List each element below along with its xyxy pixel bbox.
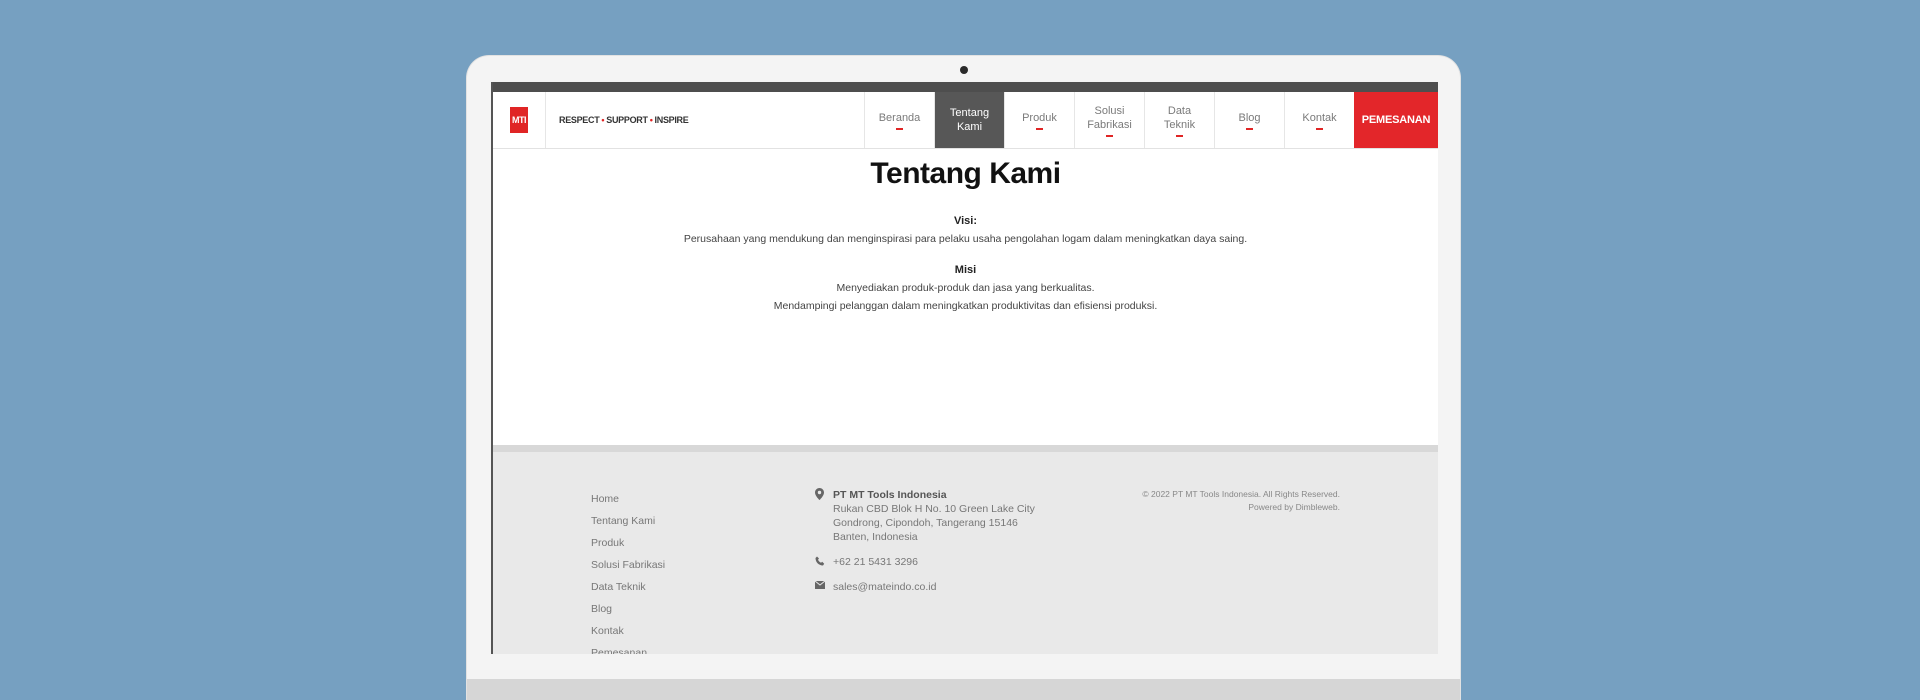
nav-item-data-teknik[interactable]: Data Teknik	[1144, 92, 1214, 148]
visi-label: Visi:	[953, 215, 978, 227]
tagline-support: SUPPORT	[606, 115, 648, 125]
nav-label: Tentang	[949, 107, 990, 119]
phone-number: +62 21 5431 3296	[833, 556, 918, 568]
nav-item-produk[interactable]: Produk	[1004, 92, 1074, 148]
nav-underline	[1036, 127, 1043, 130]
laptop-base	[467, 679, 1460, 700]
logo-icon: MTI	[510, 107, 528, 133]
nav-label: Data	[1167, 104, 1192, 117]
browser-screen: MTI RESPECT • SUPPORT • INSPIRE Beranda …	[491, 82, 1438, 654]
nav-item-beranda[interactable]: Beranda	[864, 92, 934, 148]
order-button[interactable]: PEMESANAN	[1354, 92, 1438, 148]
misi-line: Mendampingi pelanggan dalam meningkatkan…	[773, 300, 1158, 312]
nav-label: Solusi	[1094, 104, 1125, 117]
footer-link-pemesanan[interactable]: Pemesanan	[591, 642, 665, 654]
nav-underline	[1246, 127, 1253, 130]
address-line: Gondrong, Cipondoh, Tangerang 15146	[833, 517, 1018, 529]
page-title: Tentang Kami	[870, 157, 1061, 190]
nav-item-tentang-kami[interactable]: Tentang Kami	[934, 92, 1004, 148]
nav-label: Kontak	[1302, 111, 1337, 124]
contact-info: PT MT Tools Indonesia Rukan CBD Blok H N…	[814, 488, 1035, 593]
map-pin-icon	[815, 488, 833, 503]
logo[interactable]: MTI	[493, 92, 546, 148]
email-row[interactable]: sales@mateindo.co.id	[814, 580, 1035, 593]
site-header: MTI RESPECT • SUPPORT • INSPIRE Beranda …	[493, 92, 1438, 149]
nav-label-line2: Teknik	[1163, 118, 1196, 131]
tagline-separator-icon: •	[649, 115, 653, 125]
copyright-text: © 2022 PT MT Tools Indonesia. All Rights…	[1142, 489, 1340, 499]
envelope-icon	[814, 580, 833, 592]
footer-divider	[493, 445, 1438, 452]
nav-item-kontak[interactable]: Kontak	[1284, 92, 1354, 148]
footer-nav: Home Tentang Kami Produk Solusi Fabrikas…	[591, 488, 665, 654]
tagline-inspire: INSPIRE	[654, 115, 689, 125]
top-bar	[493, 82, 1438, 92]
main-content: Tentang Kami Visi: Perusahaan yang mendu…	[493, 157, 1438, 315]
footer-link-kontak[interactable]: Kontak	[591, 620, 665, 642]
footer-link-home[interactable]: Home	[591, 488, 665, 510]
nav-label: Beranda	[878, 111, 921, 124]
footer-link-produk[interactable]: Produk	[591, 532, 665, 554]
nav-label: Blog	[1238, 111, 1261, 124]
nav-underline	[1176, 134, 1183, 137]
nav-underline	[1316, 127, 1323, 130]
camera-dot	[960, 66, 968, 74]
phone-icon	[815, 556, 833, 569]
address-block: PT MT Tools Indonesia Rukan CBD Blok H N…	[815, 488, 1035, 544]
tagline: RESPECT • SUPPORT • INSPIRE	[546, 92, 689, 148]
footer-link-solusi-fabrikasi[interactable]: Solusi Fabrikasi	[591, 554, 665, 576]
nav-underline	[1106, 134, 1113, 137]
copyright: © 2022 PT MT Tools Indonesia. All Rights…	[1142, 488, 1340, 514]
footer-link-data-teknik[interactable]: Data Teknik	[591, 576, 665, 598]
nav-item-blog[interactable]: Blog	[1214, 92, 1284, 148]
site-footer: Home Tentang Kami Produk Solusi Fabrikas…	[493, 452, 1438, 654]
nav-label-line2: Fabrikasi	[1087, 118, 1132, 131]
tagline-separator-icon: •	[601, 115, 605, 125]
email-address: sales@mateindo.co.id	[833, 581, 937, 593]
footer-link-blog[interactable]: Blog	[591, 598, 665, 620]
nav-item-solusi-fabrikasi[interactable]: Solusi Fabrikasi	[1074, 92, 1144, 148]
misi-line: Menyediakan produk-produk dan jasa yang …	[836, 282, 1095, 294]
main-nav: Beranda Tentang Kami Produk Solusi Fabri…	[864, 92, 1438, 148]
address-line: Banten, Indonesia	[833, 531, 918, 543]
misi-label: Misi	[954, 264, 977, 276]
address-line: Rukan CBD Blok H No. 10 Green Lake City	[833, 503, 1035, 515]
tagline-respect: RESPECT	[559, 115, 600, 125]
nav-label-line2: Kami	[956, 121, 983, 133]
nav-underline	[896, 127, 903, 130]
footer-link-tentang-kami[interactable]: Tentang Kami	[591, 510, 665, 532]
powered-by-link[interactable]: Powered by Dimbleweb.	[1142, 501, 1340, 514]
visi-text: Perusahaan yang mendukung dan menginspir…	[683, 233, 1248, 245]
company-name: PT MT Tools Indonesia	[833, 489, 947, 501]
phone-row[interactable]: +62 21 5431 3296	[815, 556, 1035, 569]
nav-label: Produk	[1022, 111, 1057, 124]
